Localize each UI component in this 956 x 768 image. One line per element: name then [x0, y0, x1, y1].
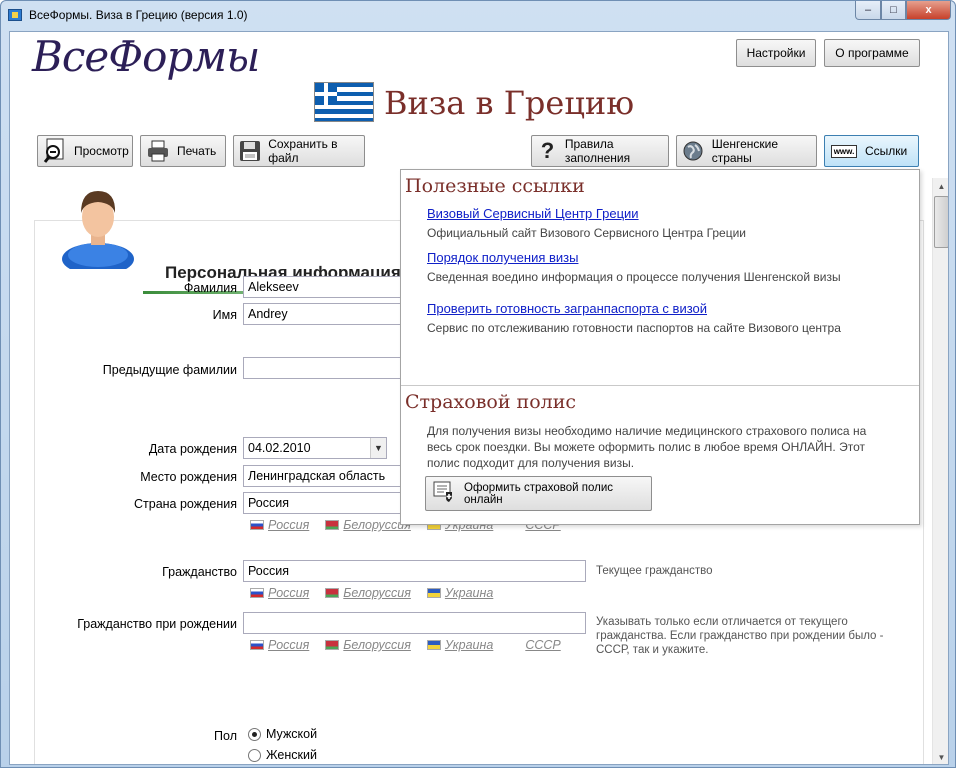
rules-label: Правила заполнения — [564, 137, 631, 165]
links-popup: Полезные ссылки Визовый Сервисный Центр … — [400, 169, 920, 525]
quick-link-ukraine[interactable]: Украина — [426, 638, 493, 652]
ukraine-flag-icon — [426, 588, 441, 598]
scroll-up-arrow-icon[interactable]: ▲ — [933, 178, 948, 195]
maximize-icon: □ — [890, 4, 897, 16]
birth-date-value: 04.02.2010 — [248, 441, 311, 455]
quick-link-ukraine[interactable]: Украина — [426, 586, 493, 600]
brand-logo: ВсеФормы — [32, 32, 260, 81]
birth-country-field[interactable]: Россия — [243, 492, 403, 514]
ukraine-flag-icon — [426, 640, 441, 650]
belarus-flag-icon — [325, 640, 340, 650]
links-button[interactable]: www. Ссылки — [824, 135, 919, 167]
scroll-thumb[interactable] — [934, 196, 948, 248]
chevron-down-icon[interactable]: ▼ — [370, 438, 386, 458]
citizenship-label: Гражданство — [162, 565, 237, 579]
russia-flag-icon — [250, 588, 264, 598]
insurance-button-label: Оформить страховой полис онлайн — [464, 481, 614, 506]
surname-field[interactable]: Alekseev — [243, 276, 403, 298]
radio-selected-icon — [248, 727, 261, 741]
vertical-scrollbar[interactable]: ▲ ▼ — [932, 178, 948, 764]
about-button[interactable]: О программе — [824, 39, 920, 67]
sex-label: Пол — [214, 729, 237, 743]
preview-button[interactable]: Просмотр — [37, 135, 133, 167]
link-visa-procedure[interactable]: Порядок получения визы — [427, 250, 578, 265]
window-title: ВсеФормы. Виза в Грецию (версия 1.0) — [29, 8, 248, 22]
maximize-button[interactable]: □ — [881, 1, 906, 20]
about-label: О программе — [835, 46, 909, 60]
quick-link-ussr[interactable]: СССР — [525, 638, 560, 652]
buy-insurance-button[interactable]: Оформить страховой полис онлайн — [425, 476, 652, 511]
link-passport-status-desc: Сервис по отслеживанию готовности паспор… — [427, 321, 841, 335]
print-label: Печать — [177, 144, 217, 158]
floppy-disk-icon — [238, 138, 262, 164]
quick-link-belarus[interactable]: Белоруссия — [325, 586, 411, 600]
app-window: ВсеФормы. Виза в Грецию (версия 1.0) – □… — [0, 0, 956, 768]
save-label: Сохранить в файл — [268, 137, 338, 165]
citizenship-birth-field[interactable] — [243, 612, 586, 634]
save-to-file-button[interactable]: Сохранить в файл — [233, 135, 365, 167]
quick-link-russia[interactable]: Россия — [250, 638, 309, 652]
insurance-form-icon — [432, 480, 456, 507]
citizenship-hint: Текущее гражданство — [596, 565, 713, 577]
citizenship-quick-links: Россия Белоруссия Украина — [250, 586, 509, 600]
preview-label: Просмотр — [74, 144, 129, 158]
printer-icon — [145, 138, 171, 164]
schengen-countries-button[interactable]: Шенгенские страны — [676, 135, 817, 167]
print-button[interactable]: Печать — [140, 135, 226, 167]
preview-icon — [42, 138, 68, 164]
link-visa-center-desc: Официальный сайт Визового Сервисного Цен… — [427, 226, 747, 240]
quick-link-russia[interactable]: Россия — [250, 586, 309, 600]
close-button[interactable]: x — [906, 1, 951, 20]
russia-flag-icon — [250, 640, 264, 650]
birth-country-label: Страна рождения — [133, 497, 237, 511]
settings-label: Настройки — [746, 46, 806, 60]
close-icon: x — [925, 4, 932, 16]
russia-flag-icon — [250, 520, 264, 530]
www-link-icon: www. — [829, 138, 859, 164]
insurance-heading: Страховой полис — [405, 391, 577, 413]
sex-male-radio[interactable]: Мужской — [248, 727, 317, 741]
surname-label: Фамилия — [183, 281, 237, 295]
question-mark-icon: ? — [540, 138, 555, 163]
quick-link-russia[interactable]: Россия — [250, 518, 309, 532]
radio-unselected-icon — [248, 748, 261, 762]
quick-link-belarus[interactable]: Белоруссия — [325, 518, 411, 532]
belarus-flag-icon — [325, 588, 340, 598]
citizenship-birth-quick-links: Россия Белоруссия Украина СССР — [250, 638, 577, 652]
greece-flag-icon — [314, 82, 374, 122]
app-icon — [8, 9, 22, 21]
name-field[interactable]: Andrey — [243, 303, 403, 325]
link-visa-center[interactable]: Визовый Сервисный Центр Греции — [427, 206, 639, 221]
sex-female-radio[interactable]: Женский — [248, 748, 317, 762]
link-visa-procedure-desc: Сведенная воедино информация о процессе … — [427, 270, 841, 284]
fill-rules-button[interactable]: ? Правила заполнения — [531, 135, 669, 167]
user-avatar-icon — [62, 191, 134, 269]
minimize-button[interactable]: – — [855, 1, 881, 20]
page-title: Виза в Грецию — [384, 84, 635, 122]
client-area: ВсеФормы Виза в Грецию Настройки О прогр… — [9, 31, 949, 765]
citizenship-field[interactable]: Россия — [243, 560, 586, 582]
birth-date-label: Дата рождения — [148, 442, 237, 456]
citizenship-birth-hint: Указывать только если отличается от теку… — [596, 616, 884, 656]
quick-link-belarus[interactable]: Белоруссия — [325, 638, 411, 652]
birth-place-label: Место рождения — [140, 470, 237, 484]
links-heading: Полезные ссылки — [405, 175, 585, 197]
links-label: Ссылки — [865, 144, 908, 158]
schengen-label: Шенгенские страны — [711, 137, 779, 165]
birth-date-picker[interactable]: 04.02.2010 ▼ — [243, 437, 387, 459]
citizenship-birth-label: Гражданство при рождении — [77, 617, 237, 631]
link-passport-status[interactable]: Проверить готовность загранпаспорта с ви… — [427, 301, 707, 316]
belarus-flag-icon — [325, 520, 340, 530]
globe-icon — [681, 138, 706, 164]
prev-surnames-field[interactable] — [243, 357, 403, 379]
insurance-text: Для получения визы необходимо наличие ме… — [427, 424, 867, 470]
prev-surnames-label: Предыдущие фамилии — [102, 363, 237, 377]
title-bar[interactable]: ВсеФормы. Виза в Грецию (версия 1.0) – □… — [1, 1, 955, 31]
popup-divider — [401, 385, 919, 386]
settings-button[interactable]: Настройки — [736, 39, 816, 67]
birth-place-field[interactable]: Ленинградская область — [243, 465, 403, 487]
minimize-icon: – — [864, 4, 872, 16]
scroll-down-arrow-icon[interactable]: ▼ — [933, 749, 948, 764]
name-label: Имя — [212, 308, 237, 322]
